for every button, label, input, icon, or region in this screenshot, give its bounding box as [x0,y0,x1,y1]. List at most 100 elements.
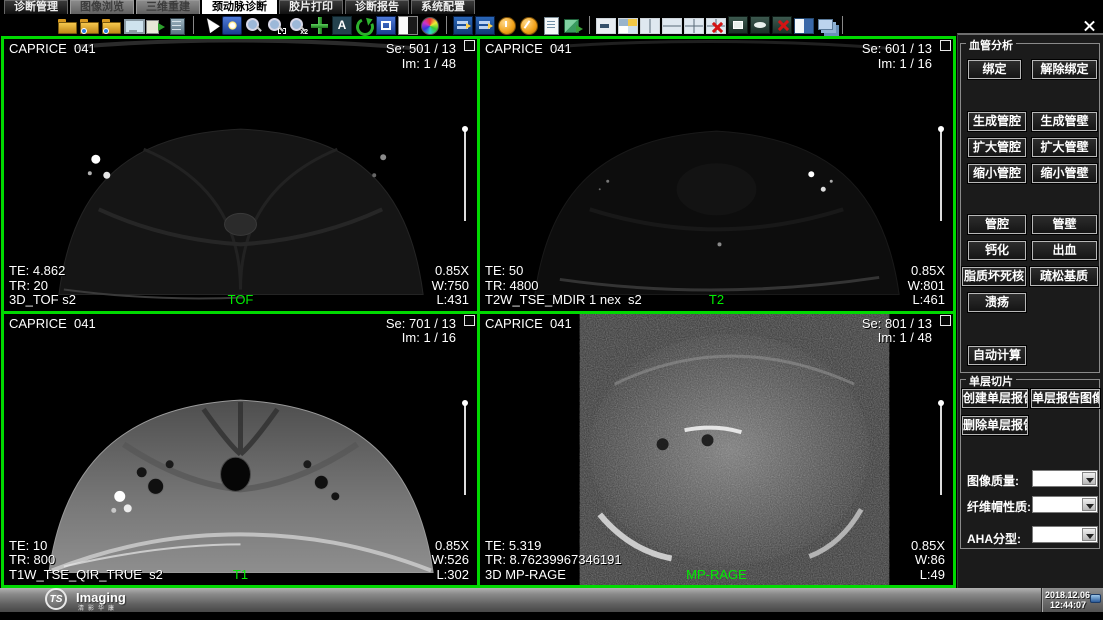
viewport-t2[interactable]: CAPRICE 041 Se: 601 / 13Im: 1 / 16 TE: 5… [480,39,953,311]
slice-group-title: 单层切片 [966,373,1016,389]
annotation-icon[interactable]: A [332,16,352,35]
loose-matrix-button[interactable]: 疏松基质 [1030,267,1098,286]
viewport-t1[interactable]: CAPRICE 041 Se: 701 / 13Im: 1 / 16 TE: 1… [4,314,477,586]
fibrous-cap-select[interactable] [1032,496,1098,513]
shrink-lumen-button[interactable]: 缩小管腔 [968,164,1026,183]
local-database-icon[interactable] [123,16,143,35]
report-icon[interactable] [541,16,561,35]
window-level-icon[interactable] [222,16,242,35]
tab-3d-reconstruction[interactable]: 三维重建 [136,0,200,14]
split-view-icon[interactable] [794,18,814,34]
ulcer-button[interactable]: 溃疡 [968,293,1026,312]
time-label: 12:44:07 [1050,600,1086,610]
slice-report-image-button[interactable]: 单层报告图像 [1031,389,1100,408]
pan-icon[interactable] [310,16,330,35]
pointer-icon[interactable] [200,16,220,35]
layout-grid-icon[interactable] [684,18,704,34]
lipid-necrotic-core-button[interactable]: 脂质坏死核 [962,267,1026,286]
patient-name-label: CAPRICE 041 [9,317,96,332]
dropdown-arrow-icon[interactable] [1082,498,1096,511]
lumen-button[interactable]: 管腔 [968,215,1026,234]
series-image-label: Se: 501 / 13Im: 1 / 48 [386,42,456,71]
delete-slice-report-button[interactable]: 删除单层报告 [962,416,1028,435]
import-study-icon[interactable] [101,16,121,35]
viewport-tof[interactable]: CAPRICE 041 Se: 501 / 13Im: 1 / 48 TE: 4… [4,39,477,311]
slice-slider[interactable] [464,403,466,495]
wall-button[interactable]: 管壁 [1032,215,1097,234]
tab-carotid-diagnosis[interactable]: 颈动脉诊断 [202,0,277,14]
dropdown-arrow-icon[interactable] [1082,528,1096,541]
slider-handle[interactable] [938,126,944,132]
series-image-label: Se: 801 / 13Im: 1 / 48 [862,317,932,346]
toolbar-separator [446,16,447,34]
color-palette-icon[interactable] [420,16,440,35]
slice-checkbox[interactable] [464,315,475,326]
dropdown-arrow-icon[interactable] [1082,472,1096,485]
link-views-icon[interactable] [475,16,495,35]
zoom-icon[interactable] [244,16,264,35]
toolbar: x2 A [0,14,1103,36]
vessel-analysis-group: 血管分析 绑定 解除绑定 生成管腔 生成管壁 扩大管腔 扩大管壁 缩小管腔 缩小… [960,43,1100,373]
image-quality-select[interactable] [1032,470,1098,487]
generate-wall-button[interactable]: 生成管壁 [1032,112,1097,131]
slice-slider[interactable] [940,403,942,495]
slice-slider[interactable] [464,129,466,221]
clock-panel: 2018.12.06 12:44:07 [1041,588,1103,612]
clock-icon [1090,594,1101,603]
archive-icon[interactable] [167,16,187,35]
open-study-icon[interactable] [57,16,77,35]
tab-diagnosis-report[interactable]: 诊断报告 [345,0,409,14]
generate-lumen-button[interactable]: 生成管腔 [968,112,1026,131]
layout-clear-icon[interactable] [706,18,726,34]
layout-rows-icon[interactable] [662,18,682,34]
brand-subtitle: 清影华康 [78,603,118,612]
tab-diagnosis-management[interactable]: 诊断管理 [4,0,68,14]
tab-system-config[interactable]: 系统配置 [411,0,475,14]
film-stack-icon[interactable] [816,16,836,35]
patient-name-label: CAPRICE 041 [485,317,572,332]
open-series-icon[interactable] [79,16,99,35]
fit-to-window-icon[interactable] [376,16,396,35]
refresh-icon[interactable] [354,16,374,35]
edit-icon[interactable] [519,16,539,35]
roi-delete-icon[interactable] [772,16,792,34]
tab-film-print[interactable]: 胶片打印 [279,0,343,14]
acquisition-params-label: TE: 50TR: 4800T2W_TSE_MDIR 1 nex s2 [485,264,642,308]
calcification-button[interactable]: 钙化 [968,241,1026,260]
slice-checkbox[interactable] [464,40,475,51]
create-slice-report-button[interactable]: 创建单层报告 [962,389,1028,408]
close-icon[interactable] [1083,20,1096,33]
acquisition-params-label: TE: 10TR: 800T1W_TSE_QIR_TRUE s2 [9,539,163,583]
history-icon[interactable] [497,16,517,35]
window-level-label: 0.85XW:86L:49 [911,539,945,583]
invert-icon[interactable] [398,16,418,35]
acquisition-params-label: TE: 4.862TR: 203D_TOF s2 [9,264,76,308]
zoom-region-icon[interactable] [266,16,286,35]
tab-image-browse[interactable]: 图像浏览 [70,0,134,14]
enlarge-wall-button[interactable]: 扩大管壁 [1032,138,1097,157]
export-image-icon[interactable] [563,16,583,35]
slice-checkbox[interactable] [940,315,951,326]
window-level-label: 0.85XW:526L:302 [432,539,469,583]
bind-button[interactable]: 绑定 [968,60,1021,79]
link-series-icon[interactable] [453,16,473,35]
slice-slider[interactable] [940,129,942,221]
zoom-2x-icon[interactable]: x2 [288,16,308,35]
slider-handle[interactable] [462,126,468,132]
transfer-icon[interactable] [145,16,165,35]
slice-checkbox[interactable] [940,40,951,51]
roi-ellipse-icon[interactable] [750,16,770,34]
auto-calculate-button[interactable]: 自动计算 [968,346,1026,365]
layout-2x2-color-icon[interactable] [618,18,638,34]
unbind-button[interactable]: 解除绑定 [1032,60,1097,79]
viewport-mprage[interactable]: CAPRICE 041 Se: 801 / 13Im: 1 / 48 TE: 5… [480,314,953,586]
enlarge-lumen-button[interactable]: 扩大管腔 [968,138,1026,157]
roi-rect-icon[interactable] [728,16,748,34]
menu-bar: 诊断管理 图像浏览 三维重建 颈动脉诊断 胶片打印 诊断报告 系统配置 [0,0,1103,14]
shrink-wall-button[interactable]: 缩小管壁 [1032,164,1097,183]
image-quality-label: 图像质量: [967,472,1019,489]
layout-single-icon[interactable] [596,18,616,34]
aha-type-select[interactable] [1032,526,1098,543]
layout-columns-icon[interactable] [640,18,660,34]
hemorrhage-button[interactable]: 出血 [1032,241,1097,260]
